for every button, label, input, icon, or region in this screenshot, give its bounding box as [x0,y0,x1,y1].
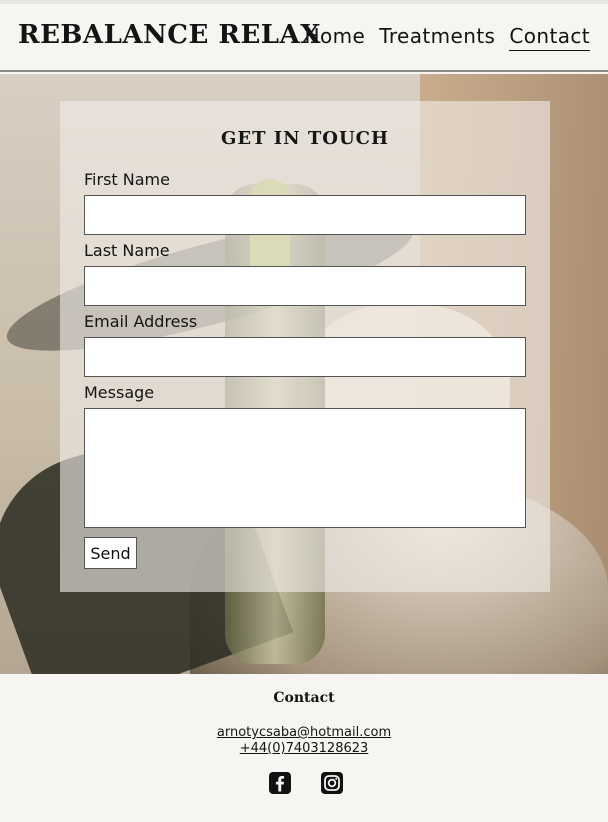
footer-phone-link[interactable]: +44(0)7403128623 [0,741,608,756]
nav-home[interactable]: Home [305,24,366,51]
nav-treatments[interactable]: Treatments [379,24,495,51]
contact-form: GET IN TOUCH First Name Last Name Email … [60,101,550,592]
facebook-icon[interactable] [268,771,292,795]
email-label: Email Address [84,312,198,331]
site-footer: Contact arnotycsaba@hotmail.com +44(0)74… [0,674,608,822]
message-label: Message [84,383,155,402]
social-icons [268,771,344,795]
send-button[interactable]: Send [84,537,137,569]
main-nav: Home Treatments Contact [305,24,590,51]
last-name-label: Last Name [84,241,170,260]
first-name-label: First Name [84,170,170,189]
message-textarea[interactable] [84,408,526,528]
site-header: REBALANCE RELAX Home Treatments Contact [0,4,608,72]
site-logo[interactable]: REBALANCE RELAX [18,20,321,50]
nav-contact[interactable]: Contact [509,24,590,51]
footer-email-link[interactable]: arnotycsaba@hotmail.com [0,725,608,740]
form-title: GET IN TOUCH [221,128,389,149]
last-name-input[interactable] [84,266,526,306]
instagram-icon[interactable] [320,771,344,795]
email-input[interactable] [84,337,526,377]
first-name-input[interactable] [84,195,526,235]
footer-title: Contact [273,690,335,706]
